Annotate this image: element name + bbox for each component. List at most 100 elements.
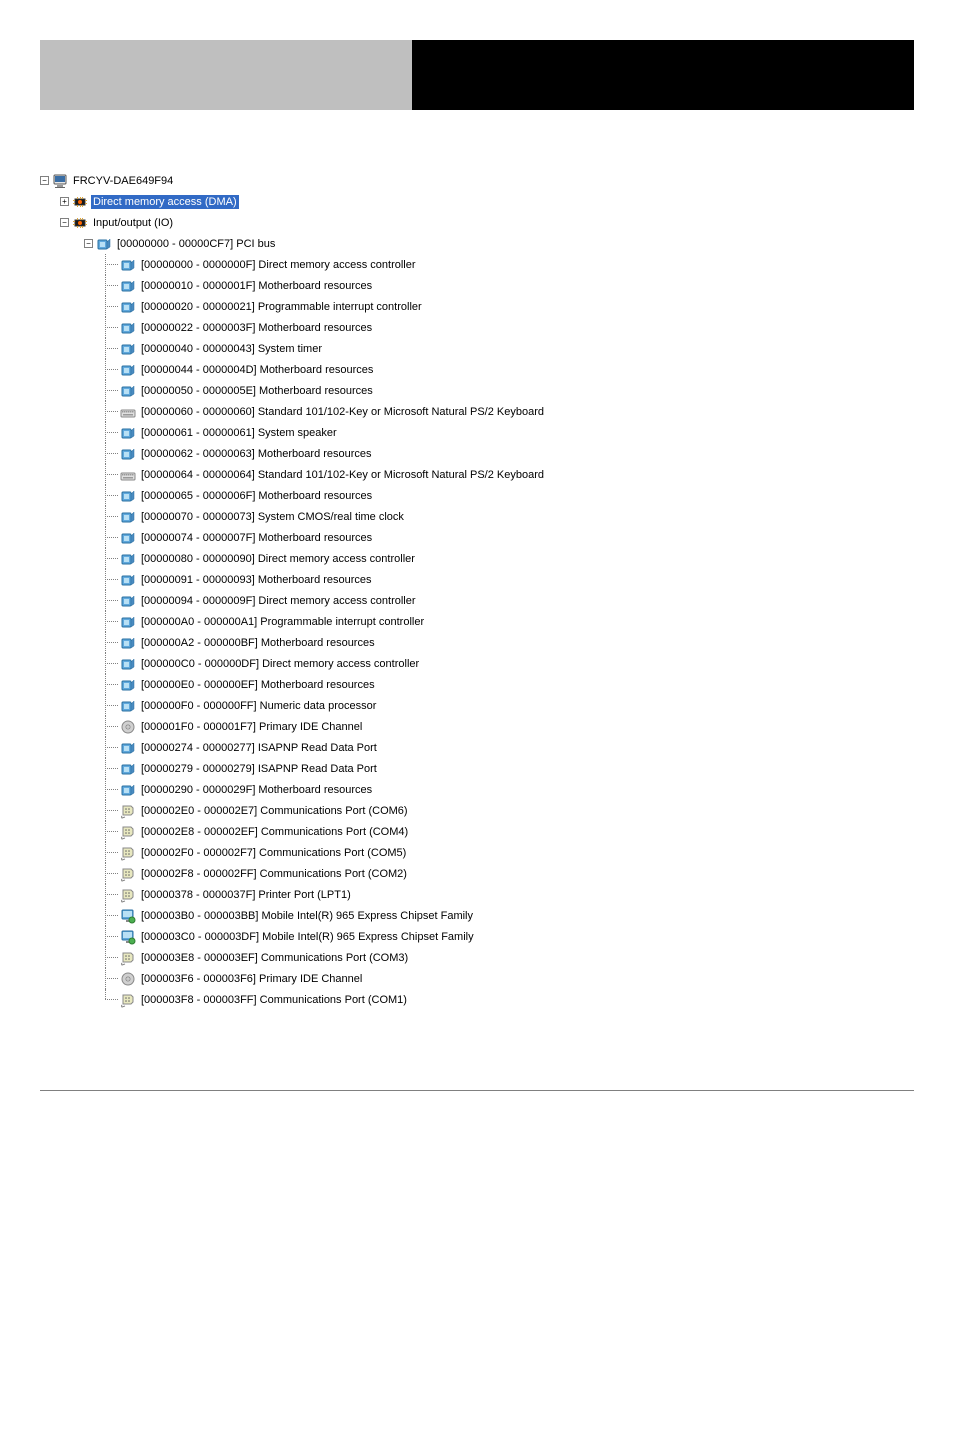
tree-category[interactable]: + Direct memory access (DMA) xyxy=(40,191,914,212)
tree-leaf[interactable]: [00000378 - 0000037F] Printer Port (LPT1… xyxy=(40,884,914,905)
tree-label[interactable]: [00000061 - 00000061] System speaker xyxy=(139,426,339,440)
tree-leaf[interactable]: [00000070 - 00000073] System CMOS/real t… xyxy=(40,506,914,527)
tree-label[interactable]: [00000080 - 00000090] Direct memory acce… xyxy=(139,552,417,566)
tree-label[interactable]: [000000A2 - 000000BF] Motherboard resour… xyxy=(139,636,377,650)
tree-leaf[interactable]: [00000065 - 0000006F] Motherboard resour… xyxy=(40,485,914,506)
tree-label[interactable]: [00000000 - 00000CF7] PCI bus xyxy=(115,237,277,251)
tree-label[interactable]: [000002F8 - 000002FF] Communications Por… xyxy=(139,867,409,881)
tree-label[interactable]: [00000091 - 00000093] Motherboard resour… xyxy=(139,573,374,587)
tree-label[interactable]: [00000378 - 0000037F] Printer Port (LPT1… xyxy=(139,888,353,902)
tree-label[interactable]: [000003C0 - 000003DF] Mobile Intel(R) 96… xyxy=(139,930,476,944)
tree-leaf[interactable]: [000000E0 - 000000EF] Motherboard resour… xyxy=(40,674,914,695)
tree-leaf[interactable]: [00000274 - 00000277] ISAPNP Read Data P… xyxy=(40,737,914,758)
port-icon xyxy=(120,992,136,1008)
tree-label[interactable]: [00000020 - 00000021] Programmable inter… xyxy=(139,300,424,314)
device-icon xyxy=(120,446,136,462)
tree-leaf[interactable]: [000001F0 - 000001F7] Primary IDE Channe… xyxy=(40,716,914,737)
port-icon xyxy=(120,866,136,882)
device-icon xyxy=(120,341,136,357)
tree-leaf[interactable]: [000000F0 - 000000FF] Numeric data proce… xyxy=(40,695,914,716)
tree-leaf[interactable]: [000003F6 - 000003F6] Primary IDE Channe… xyxy=(40,968,914,989)
tree-label[interactable]: [00000070 - 00000073] System CMOS/real t… xyxy=(139,510,406,524)
device-icon xyxy=(120,425,136,441)
tree-label[interactable]: [00000022 - 0000003F] Motherboard resour… xyxy=(139,321,374,335)
port-icon xyxy=(120,845,136,861)
tree-branch-line xyxy=(100,506,120,527)
tree-leaf[interactable]: [000003E8 - 000003EF] Communications Por… xyxy=(40,947,914,968)
tree-label[interactable]: [00000279 - 00000279] ISAPNP Read Data P… xyxy=(139,762,379,776)
expander-icon[interactable]: − xyxy=(84,239,93,248)
tree-label[interactable]: [00000010 - 0000001F] Motherboard resour… xyxy=(139,279,374,293)
tree-label[interactable]: [00000064 - 00000064] Standard 101/102-K… xyxy=(139,468,546,482)
tree-leaf[interactable]: [000003B0 - 000003BB] Mobile Intel(R) 96… xyxy=(40,905,914,926)
tree-leaf[interactable]: [00000022 - 0000003F] Motherboard resour… xyxy=(40,317,914,338)
tree-leaf[interactable]: [00000040 - 00000043] System timer xyxy=(40,338,914,359)
tree-leaf[interactable]: [00000091 - 00000093] Motherboard resour… xyxy=(40,569,914,590)
tree-leaf[interactable]: [00000074 - 0000007F] Motherboard resour… xyxy=(40,527,914,548)
tree-leaf[interactable]: [000002E8 - 000002EF] Communications Por… xyxy=(40,821,914,842)
tree-label[interactable]: Direct memory access (DMA) xyxy=(91,195,239,209)
tree-leaf[interactable]: [000002E0 - 000002E7] Communications Por… xyxy=(40,800,914,821)
tree-label[interactable]: [00000044 - 0000004D] Motherboard resour… xyxy=(139,363,375,377)
tree-leaf[interactable]: [000000C0 - 000000DF] Direct memory acce… xyxy=(40,653,914,674)
expander-icon[interactable]: + xyxy=(60,197,69,206)
device-icon xyxy=(96,236,112,252)
tree-leaf[interactable]: [00000290 - 0000029F] Motherboard resour… xyxy=(40,779,914,800)
tree-leaf[interactable]: [00000094 - 0000009F] Direct memory acce… xyxy=(40,590,914,611)
tree-leaf[interactable]: [00000020 - 00000021] Programmable inter… xyxy=(40,296,914,317)
port-icon xyxy=(120,950,136,966)
tree-label[interactable]: [00000050 - 0000005E] Motherboard resour… xyxy=(139,384,375,398)
tree-leaf[interactable]: [000002F8 - 000002FF] Communications Por… xyxy=(40,863,914,884)
tree-branch-line xyxy=(100,905,120,926)
header-right xyxy=(412,40,914,110)
tree-branch-line xyxy=(100,380,120,401)
tree-label[interactable]: FRCYV-DAE649F94 xyxy=(71,174,175,188)
tree-label[interactable]: [000002E0 - 000002E7] Communications Por… xyxy=(139,804,410,818)
tree-label[interactable]: [00000000 - 0000000F] Direct memory acce… xyxy=(139,258,418,272)
tree-label[interactable]: [000000C0 - 000000DF] Direct memory acce… xyxy=(139,657,421,671)
tree-label[interactable]: [000000E0 - 000000EF] Motherboard resour… xyxy=(139,678,377,692)
tree-label[interactable]: [000003F6 - 000003F6] Primary IDE Channe… xyxy=(139,972,364,986)
tree-label[interactable]: [00000062 - 00000063] Motherboard resour… xyxy=(139,447,374,461)
tree-category[interactable]: − Input/output (IO) xyxy=(40,212,914,233)
tree-leaf[interactable]: [00000010 - 0000001F] Motherboard resour… xyxy=(40,275,914,296)
expander-icon[interactable]: − xyxy=(60,218,69,227)
tree-leaf[interactable]: [000002F0 - 000002F7] Communications Por… xyxy=(40,842,914,863)
tree-branch-line xyxy=(100,443,120,464)
tree-leaf[interactable]: [000003F8 - 000003FF] Communications Por… xyxy=(40,989,914,1010)
tree-label[interactable]: [00000290 - 0000029F] Motherboard resour… xyxy=(139,783,374,797)
tree-node[interactable]: − [00000000 - 00000CF7] PCI bus xyxy=(40,233,914,254)
tree-label[interactable]: [00000274 - 00000277] ISAPNP Read Data P… xyxy=(139,741,379,755)
tree-leaf[interactable]: [00000080 - 00000090] Direct memory acce… xyxy=(40,548,914,569)
tree-label[interactable]: [000003B0 - 000003BB] Mobile Intel(R) 96… xyxy=(139,909,475,923)
tree-label[interactable]: Input/output (IO) xyxy=(91,216,175,230)
tree-label[interactable]: [000003F8 - 000003FF] Communications Por… xyxy=(139,993,409,1007)
tree-label[interactable]: [00000074 - 0000007F] Motherboard resour… xyxy=(139,531,374,545)
tree-label[interactable]: [000000A0 - 000000A1] Programmable inter… xyxy=(139,615,426,629)
tree-label[interactable]: [000002E8 - 000002EF] Communications Por… xyxy=(139,825,410,839)
tree-leaf[interactable]: [00000050 - 0000005E] Motherboard resour… xyxy=(40,380,914,401)
tree-leaf[interactable]: [00000044 - 0000004D] Motherboard resour… xyxy=(40,359,914,380)
tree-branch-line xyxy=(100,464,120,485)
tree-label[interactable]: [00000060 - 00000060] Standard 101/102-K… xyxy=(139,405,546,419)
tree-leaf[interactable]: [00000060 - 00000060] Standard 101/102-K… xyxy=(40,401,914,422)
tree-leaf[interactable]: [00000061 - 00000061] System speaker xyxy=(40,422,914,443)
tree-leaf[interactable]: [00000064 - 00000064] Standard 101/102-K… xyxy=(40,464,914,485)
tree-leaf[interactable]: [00000279 - 00000279] ISAPNP Read Data P… xyxy=(40,758,914,779)
tree-branch-line xyxy=(100,884,120,905)
tree-leaf[interactable]: [00000000 - 0000000F] Direct memory acce… xyxy=(40,254,914,275)
tree-label[interactable]: [00000040 - 00000043] System timer xyxy=(139,342,324,356)
tree-leaf[interactable]: [00000062 - 00000063] Motherboard resour… xyxy=(40,443,914,464)
tree-root[interactable]: − FRCYV-DAE649F94 xyxy=(40,170,914,191)
tree-label[interactable]: [000002F0 - 000002F7] Communications Por… xyxy=(139,846,408,860)
tree-label[interactable]: [00000094 - 0000009F] Direct memory acce… xyxy=(139,594,418,608)
tree-label[interactable]: [000003E8 - 000003EF] Communications Por… xyxy=(139,951,410,965)
expander-icon[interactable]: − xyxy=(40,176,49,185)
tree-leaf[interactable]: [000000A0 - 000000A1] Programmable inter… xyxy=(40,611,914,632)
keyboard-icon xyxy=(120,467,136,483)
tree-leaf[interactable]: [000003C0 - 000003DF] Mobile Intel(R) 96… xyxy=(40,926,914,947)
tree-label[interactable]: [000000F0 - 000000FF] Numeric data proce… xyxy=(139,699,378,713)
tree-leaf[interactable]: [000000A2 - 000000BF] Motherboard resour… xyxy=(40,632,914,653)
tree-label[interactable]: [00000065 - 0000006F] Motherboard resour… xyxy=(139,489,374,503)
tree-label[interactable]: [000001F0 - 000001F7] Primary IDE Channe… xyxy=(139,720,364,734)
